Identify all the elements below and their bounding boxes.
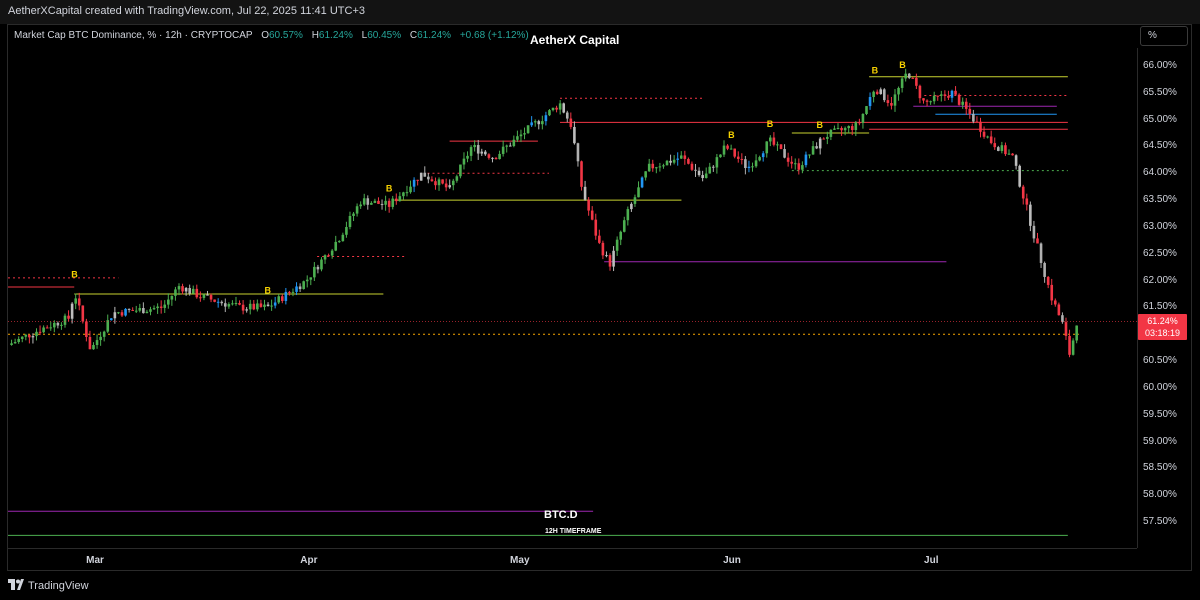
footer-brand[interactable]: TradingView: [28, 580, 89, 592]
price-tick-label: 61.50%: [1143, 301, 1177, 313]
price-tick-label: 58.50%: [1143, 462, 1177, 474]
price-tick-label: 57.50%: [1143, 516, 1177, 527]
price-tick-label: 66.00%: [1143, 60, 1177, 71]
time-axis[interactable]: [8, 548, 1137, 571]
price-tick-label: 64.50%: [1143, 140, 1177, 152]
open-value: 60.57%: [268, 30, 303, 41]
bar-countdown: 03:18:19: [1144, 328, 1181, 338]
price-tick-label: 59.00%: [1143, 435, 1177, 447]
time-tick-label: Apr: [300, 555, 318, 566]
price-tick-label: 63.50%: [1143, 194, 1177, 206]
last-price: 61.24%: [1147, 316, 1178, 326]
last-price-tag: 61.24% 03:18:19: [1138, 314, 1187, 340]
change-value: +0.68 (+1.12%): [459, 30, 529, 41]
symbol-label: BTC.D: [544, 509, 578, 521]
timeframe-label: 12H TIMEFRAME: [545, 528, 602, 535]
price-tick-label: 63.00%: [1143, 220, 1177, 232]
time-tick-label: Mar: [86, 555, 104, 566]
price-tick-label: 59.50%: [1143, 408, 1177, 420]
time-tick-label: Jul: [924, 555, 939, 566]
low-value: 60.45%: [367, 30, 402, 41]
tradingview-logo-icon[interactable]: [8, 579, 24, 591]
high-value: 61.24%: [318, 30, 353, 41]
high-key: H: [311, 30, 319, 41]
price-tick-label: 58.00%: [1143, 489, 1177, 501]
chart-frame: [7, 24, 1192, 571]
price-tick-label: 65.00%: [1143, 113, 1177, 125]
price-tick-label: 62.00%: [1143, 274, 1177, 286]
instrument-label[interactable]: Market Cap BTC Dominance, % · 12h · CRYP…: [14, 30, 252, 41]
price-tick-label: 62.50%: [1143, 247, 1177, 259]
close-value: 61.24%: [417, 30, 452, 41]
price-tick-label: 60.50%: [1143, 355, 1177, 367]
time-tick-label: Jun: [723, 555, 741, 566]
unit-button[interactable]: %: [1140, 26, 1188, 46]
price-tick-label: 60.00%: [1143, 381, 1177, 393]
byline: AetherXCapital created with TradingView.…: [8, 5, 365, 17]
price-tick-label: 65.50%: [1143, 86, 1177, 98]
price-tick-label: 64.00%: [1143, 167, 1177, 179]
ohlc-legend: Market Cap BTC Dominance, % · 12h · CRYP…: [14, 30, 529, 41]
top-bar: AetherXCapital created with TradingView.…: [0, 0, 1200, 24]
time-tick-label: May: [510, 555, 530, 566]
footer: TradingView: [0, 572, 1200, 600]
watermark-title: AetherX Capital: [530, 33, 620, 47]
open-key: O: [261, 30, 269, 41]
